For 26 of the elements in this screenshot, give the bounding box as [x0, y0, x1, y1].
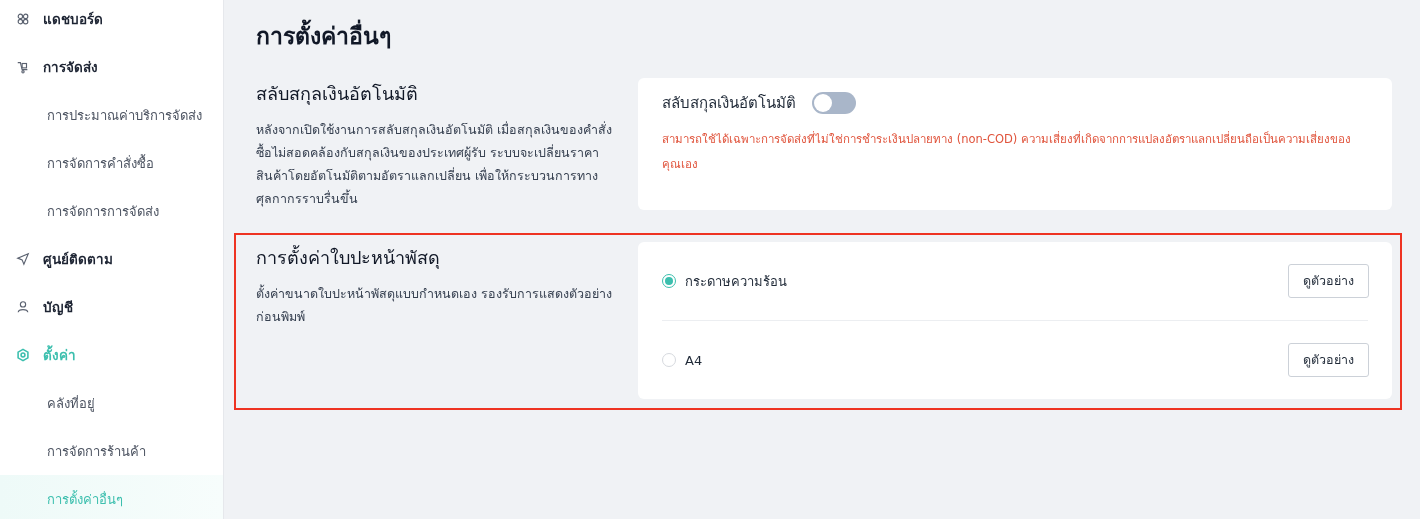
sidebar-item[interactable]: ศูนย์ติดตาม [0, 235, 223, 283]
section-description: ตั้งค่าขนาดใบปะหน้าพัสดุแบบกำหนดเอง รองรับการแสดงตัวอย่างก่อนพิมพ์ [256, 283, 613, 326]
section-title: การตั้งค่าใบปะหน้าพัสดุ [256, 244, 441, 271]
cart-icon [16, 60, 30, 74]
settings-icon [16, 348, 30, 362]
user-icon [16, 300, 30, 314]
preview-button[interactable]: ดูตัวอย่าง [1288, 343, 1369, 377]
page-title: การตั้งค่าอื่นๆ [256, 18, 1392, 54]
sidebar-item[interactable]: การจัดส่ง [0, 43, 223, 91]
sidebar-subitem[interactable]: คลังที่อยู่ [0, 379, 223, 427]
sidebar-subitem[interactable]: การจัดการคำสั่งซื้อ [0, 139, 223, 187]
option-label[interactable]: กระดาษความร้อน [685, 270, 1288, 292]
toggle-switch[interactable] [812, 92, 856, 114]
sidebar-item[interactable]: บัญชี [0, 283, 223, 331]
sidebar-subitem[interactable]: การจัดการร้านค้า [0, 427, 223, 475]
sidebar-subitem[interactable]: การประมาณค่าบริการจัดส่ง [0, 91, 223, 139]
sidebar-item[interactable]: แดชบอร์ด [0, 0, 223, 43]
section-title: สลับสกุลเงินอัตโนมัติ [256, 82, 419, 107]
grid-icon [16, 12, 30, 26]
toggle-label: สลับสกุลเงินอัตโนมัติ [662, 93, 796, 115]
option-label[interactable]: A4 [685, 352, 1288, 368]
preview-button[interactable]: ดูตัวอย่าง [1288, 264, 1369, 298]
warning-text: สามารถใช้ได้เฉพาะการจัดส่งที่ไม่ใช่การชำระเงินปลายทาง (non-COD) ความเสี่ยงที่เกิดจากการแปลงอัตราแลกเปลี่ยนถือเป็นความเสี่ยงของคุณเอง [662, 130, 1352, 173]
sidebar-subitem[interactable]: การจัดการการจัดส่ง [0, 187, 223, 235]
section-description: หลังจากเปิดใช้งานการสลับสกุลเงินอัตโนมัติ เมื่อสกุลเงินของคำสั่งซื้อไม่สอดคล้องกับสกุลเงินของประเทศผู้รับ ระบบจะเปลี่ยนราคาสินค้าโดยอัตโนมัติตามอัตราแลกเปลี่ยน เพื่อให้กระบวนการทางศุลกากรราบรื่นขึ้น [256, 120, 613, 209]
navigation-icon [16, 252, 30, 266]
